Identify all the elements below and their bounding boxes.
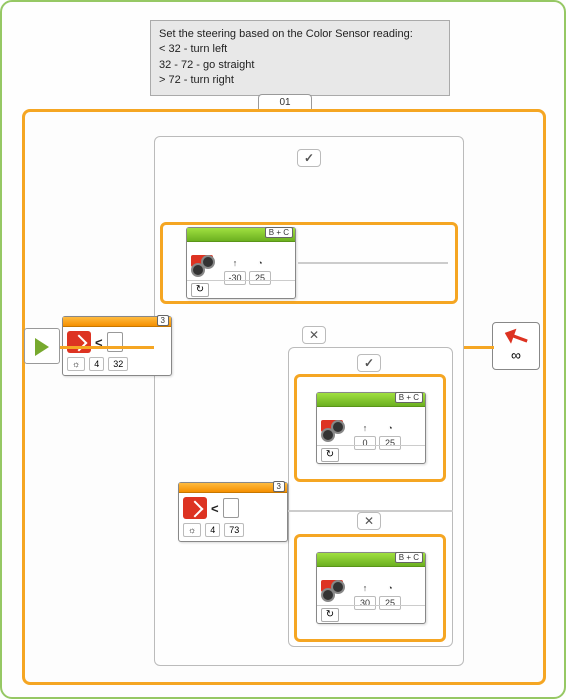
mode-rotations-icon[interactable]: ↻ bbox=[191, 283, 209, 297]
compare-operator-symbol: < bbox=[211, 501, 219, 516]
light-sensor-icon bbox=[107, 332, 123, 352]
comment-line2: 32 - 72 - go straight bbox=[159, 58, 441, 73]
power-gauge-icon: ◔ bbox=[379, 420, 401, 436]
mode-selector-footer[interactable]: ☼ bbox=[183, 523, 201, 537]
mode-selector-footer[interactable]: ☼ bbox=[67, 357, 85, 371]
motor-port-badge[interactable]: B + C bbox=[265, 227, 293, 238]
power-gauge-icon: ◔ bbox=[249, 255, 271, 271]
sequence-wire bbox=[60, 346, 154, 349]
steering-direction-icon: ↑ bbox=[354, 420, 376, 436]
motor-port-badge[interactable]: B + C bbox=[395, 552, 423, 563]
compare-type-value[interactable]: 4 bbox=[89, 357, 104, 371]
comment-line3: > 72 - turn right bbox=[159, 73, 441, 88]
move-steering-block-2[interactable]: B + C ↑ 0 ◔ 25 ↻ bbox=[316, 392, 426, 464]
switch-outer-case-true-tab[interactable]: ✓ bbox=[297, 149, 321, 167]
move-block-header: B + C bbox=[317, 393, 425, 407]
color-sensor-compare-block-2[interactable]: 3 < ☼ 4 73 bbox=[178, 482, 288, 542]
loop-end-block[interactable]: ∞ bbox=[492, 322, 540, 370]
mode-rotations-icon[interactable]: ↻ bbox=[321, 608, 339, 622]
power-gauge-icon: ◔ bbox=[379, 580, 401, 596]
loop-name-tab[interactable]: 01 bbox=[258, 94, 312, 110]
compare-threshold-value[interactable]: 32 bbox=[108, 357, 128, 371]
start-play-block[interactable] bbox=[24, 328, 60, 364]
move-steering-block-1[interactable]: B + C ↑ -30 ◔ 25 ↻ bbox=[186, 227, 296, 299]
compare-header: 3 bbox=[63, 317, 171, 327]
compare-header: 3 bbox=[179, 483, 287, 493]
motor-port-badge[interactable]: B + C bbox=[395, 392, 423, 403]
loop-back-arrow-icon bbox=[502, 325, 530, 348]
switch-compare-icon bbox=[67, 331, 91, 353]
steering-direction-icon: ↑ bbox=[224, 255, 246, 271]
sensor-port-badge[interactable]: 3 bbox=[157, 315, 169, 326]
move-block-header: B + C bbox=[187, 228, 295, 242]
sequence-wire bbox=[298, 262, 448, 264]
comment-box: Set the steering based on the Color Sens… bbox=[150, 20, 450, 96]
move-block-header: B + C bbox=[317, 553, 425, 567]
comment-line1: < 32 - turn left bbox=[159, 42, 441, 57]
loop-mode-infinity-icon[interactable]: ∞ bbox=[511, 347, 521, 363]
light-sensor-icon bbox=[223, 498, 239, 518]
move-steering-block-3[interactable]: B + C ↑ 30 ◔ 25 ↻ bbox=[316, 552, 426, 624]
switch-compare-icon bbox=[183, 497, 207, 519]
compare-threshold-value[interactable]: 73 bbox=[224, 523, 244, 537]
switch-inner-case-true-tab[interactable]: ✓ bbox=[357, 354, 381, 372]
switch-outer-case-false-tab[interactable]: ✕ bbox=[302, 326, 326, 344]
comment-title: Set the steering based on the Color Sens… bbox=[159, 27, 441, 42]
steering-direction-icon: ↑ bbox=[354, 580, 376, 596]
sensor-port-badge[interactable]: 3 bbox=[273, 481, 285, 492]
sequence-wire bbox=[288, 510, 453, 512]
switch-inner-case-false-tab[interactable]: ✕ bbox=[357, 512, 381, 530]
sequence-wire bbox=[464, 346, 494, 349]
mode-rotations-icon[interactable]: ↻ bbox=[321, 448, 339, 462]
compare-type-value[interactable]: 4 bbox=[205, 523, 220, 537]
